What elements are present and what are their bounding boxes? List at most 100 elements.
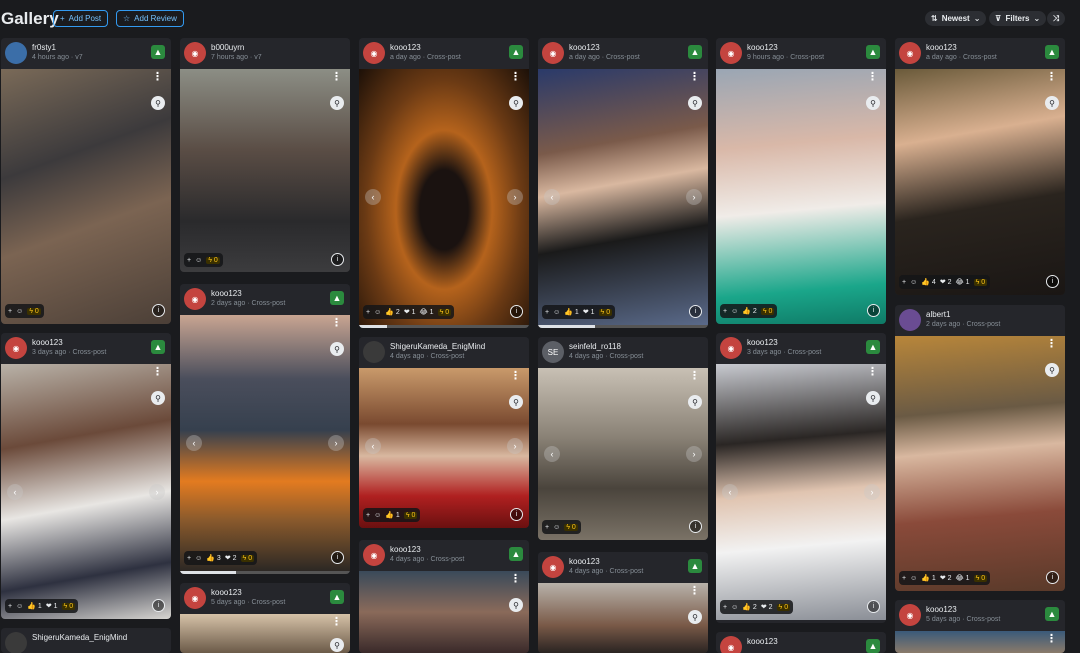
gallery-image[interactable]: ⋮ ⚲ ‹ › + ☺ 👍 1 ❤ 1ϟ 0 i [538, 69, 708, 325]
like-reaction[interactable]: 👍 1 [564, 308, 579, 316]
bolt-icon[interactable]: ϟ 0 [27, 307, 41, 315]
emoji-icon[interactable]: ☺ [910, 279, 917, 286]
bolt-icon[interactable]: ϟ 0 [973, 278, 988, 286]
prev-image-arrow[interactable]: ‹ [544, 189, 560, 205]
bolt-icon[interactable]: ϟ 0 [403, 511, 418, 519]
gallery-image[interactable]: ⋮ ⚲ + ☺ 👍 4 ❤ 2 😂 1ϟ 0 i [895, 69, 1065, 295]
add-review-button[interactable]: ☆ Add Review [116, 10, 184, 27]
thumbs-up-icon[interactable]: ▲ [866, 639, 880, 653]
avatar[interactable]: ◉ [363, 42, 385, 64]
reaction-bar[interactable]: + ☺ ϟ 0 [5, 304, 44, 318]
username[interactable]: seinfeld_ro118 [569, 342, 621, 351]
emoji-icon[interactable]: ☺ [731, 308, 738, 315]
heart-reaction[interactable]: ❤ 1 [46, 602, 58, 610]
link-icon[interactable]: ⚲ [330, 96, 344, 110]
prev-image-arrow[interactable]: ‹ [544, 446, 560, 462]
gallery-card[interactable]: ◉ kooo123 5 days ago · Cross-post ▲ ⋮ ⚲ [180, 583, 350, 653]
more-options-icon[interactable]: ⋮ [689, 586, 700, 597]
avatar[interactable]: ◉ [542, 42, 564, 64]
gallery-image[interactable]: ⋮ ⚲ ‹ › + ☺ ϟ 0 i [538, 368, 708, 540]
more-options-icon[interactable]: ⋮ [331, 72, 342, 83]
username[interactable]: kooo123 [747, 338, 778, 347]
avatar[interactable]: ◉ [184, 288, 206, 310]
avatar[interactable]: ◉ [899, 604, 921, 626]
gallery-card[interactable]: ShigeruKameda_EnigMind [1, 628, 171, 653]
more-options-icon[interactable]: ⋮ [1046, 339, 1057, 350]
next-image-arrow[interactable]: › [686, 446, 702, 462]
gallery-card[interactable]: ◉ kooo123 5 days ago · Cross-post ▲ ⋮ [895, 600, 1065, 653]
next-image-arrow[interactable]: › [686, 189, 702, 205]
thumbs-up-icon[interactable]: ▲ [688, 559, 702, 573]
info-icon[interactable]: i [331, 551, 344, 564]
plus-icon[interactable]: + [545, 524, 549, 531]
link-icon[interactable]: ⚲ [509, 598, 523, 612]
avatar[interactable]: ◉ [899, 42, 921, 64]
username[interactable]: ShigeruKameda_EnigMind [390, 342, 485, 351]
gallery-image[interactable]: ⋮ ⚲ + ☺ ϟ 0 i [180, 69, 350, 272]
filters-dropdown[interactable]: ⊽ Filters ⌄ [989, 11, 1047, 26]
gallery-image[interactable]: ⋮ ⚲ ‹ › + ☺ 👍 3 ❤ 2ϟ 0 i [180, 315, 350, 571]
link-icon[interactable]: ⚲ [151, 96, 165, 110]
heart-reaction[interactable]: ❤ 1 [404, 308, 416, 316]
like-reaction[interactable]: 👍 2 [742, 603, 757, 611]
info-icon[interactable]: i [867, 600, 880, 613]
plus-icon[interactable]: + [187, 257, 191, 264]
avatar[interactable]: ◉ [542, 556, 564, 578]
heart-reaction[interactable]: ❤ 2 [940, 574, 952, 582]
username[interactable]: ShigeruKameda_EnigMind [32, 633, 127, 642]
plus-icon[interactable]: + [902, 575, 906, 582]
next-image-arrow[interactable]: › [507, 438, 523, 454]
plus-icon[interactable]: + [366, 512, 370, 519]
info-icon[interactable]: i [867, 304, 880, 317]
reaction-bar[interactable]: + ☺ 👍 4 ❤ 2 😂 1ϟ 0 [899, 275, 991, 289]
gallery-image[interactable]: ⋮ ⚲ + ☺ ϟ 0 i [1, 69, 171, 324]
gallery-image[interactable]: ⋮ ⚲ ‹ › + ☺ 👍 2 ❤ 1 😂 1ϟ 0 i [359, 69, 529, 325]
thumbs-up-icon[interactable]: ▲ [866, 45, 880, 59]
username[interactable]: kooo123 [390, 545, 421, 554]
bolt-icon[interactable]: ϟ 0 [61, 602, 76, 610]
reaction-bar[interactable]: + ☺ 👍 2ϟ 0 [720, 304, 778, 318]
emoji-icon[interactable]: ☺ [910, 575, 917, 582]
more-options-icon[interactable]: ⋮ [1046, 634, 1057, 645]
heart-reaction[interactable]: ❤ 2 [940, 278, 952, 286]
link-icon[interactable]: ⚲ [151, 391, 165, 405]
prev-image-arrow[interactable]: ‹ [186, 435, 202, 451]
link-icon[interactable]: ⚲ [330, 342, 344, 356]
gallery-image[interactable]: ⋮ ⚲ + ☺ 👍 2ϟ 0 i [716, 69, 886, 324]
thumbs-up-icon[interactable]: ▲ [330, 590, 344, 604]
gallery-card[interactable]: ◉ kooo123 ▲ [716, 632, 886, 653]
bolt-icon[interactable]: ϟ 0 [776, 603, 791, 611]
link-icon[interactable]: ⚲ [866, 96, 880, 110]
thumbs-up-icon[interactable]: ▲ [688, 45, 702, 59]
more-options-icon[interactable]: ⋮ [331, 318, 342, 329]
plus-icon[interactable]: + [187, 555, 191, 562]
reaction-bar[interactable]: + ☺ ϟ 0 [184, 253, 223, 267]
thumbs-up-icon[interactable]: ▲ [330, 291, 344, 305]
gallery-card[interactable]: ◉ kooo123 a day ago · Cross-post ▲ ⋮ ⚲ ‹… [538, 38, 708, 328]
username[interactable]: kooo123 [211, 588, 242, 597]
username[interactable]: kooo123 [390, 43, 421, 52]
link-icon[interactable]: ⚲ [509, 395, 523, 409]
more-options-icon[interactable]: ⋮ [510, 72, 521, 83]
more-options-icon[interactable]: ⋮ [867, 72, 878, 83]
gallery-card[interactable]: ◉ kooo123 9 hours ago · Cross-post ▲ ⋮ ⚲… [716, 38, 886, 324]
emoji-icon[interactable]: ☺ [374, 309, 381, 316]
plus-icon[interactable]: + [723, 308, 727, 315]
gallery-image[interactable]: ⋮ [895, 631, 1065, 653]
thumbs-up-icon[interactable]: ▲ [151, 45, 165, 59]
emoji-icon[interactable]: ☺ [16, 308, 23, 315]
gallery-image[interactable]: ⋮ ⚲ ‹ › + ☺ 👍 1 ❤ 1ϟ 0 i [1, 364, 171, 619]
reaction-bar[interactable]: + ☺ 👍 2 ❤ 1 😂 1ϟ 0 [363, 305, 455, 319]
username[interactable]: kooo123 [747, 637, 778, 646]
reaction-bar[interactable]: + ☺ 👍 3 ❤ 2ϟ 0 [184, 551, 258, 565]
avatar[interactable]: ◉ [184, 42, 206, 64]
bolt-icon[interactable]: ϟ 0 [598, 308, 613, 316]
gallery-card[interactable]: ShigeruKameda_EnigMind 4 days ago · Cros… [359, 337, 529, 528]
username[interactable]: kooo123 [926, 43, 957, 52]
link-icon[interactable]: ⚲ [1045, 363, 1059, 377]
laugh-reaction[interactable]: 😂 1 [956, 574, 970, 582]
plus-icon[interactable]: + [723, 604, 727, 611]
link-icon[interactable]: ⚲ [866, 391, 880, 405]
avatar[interactable]: SE [542, 341, 564, 363]
link-icon[interactable]: ⚲ [688, 96, 702, 110]
